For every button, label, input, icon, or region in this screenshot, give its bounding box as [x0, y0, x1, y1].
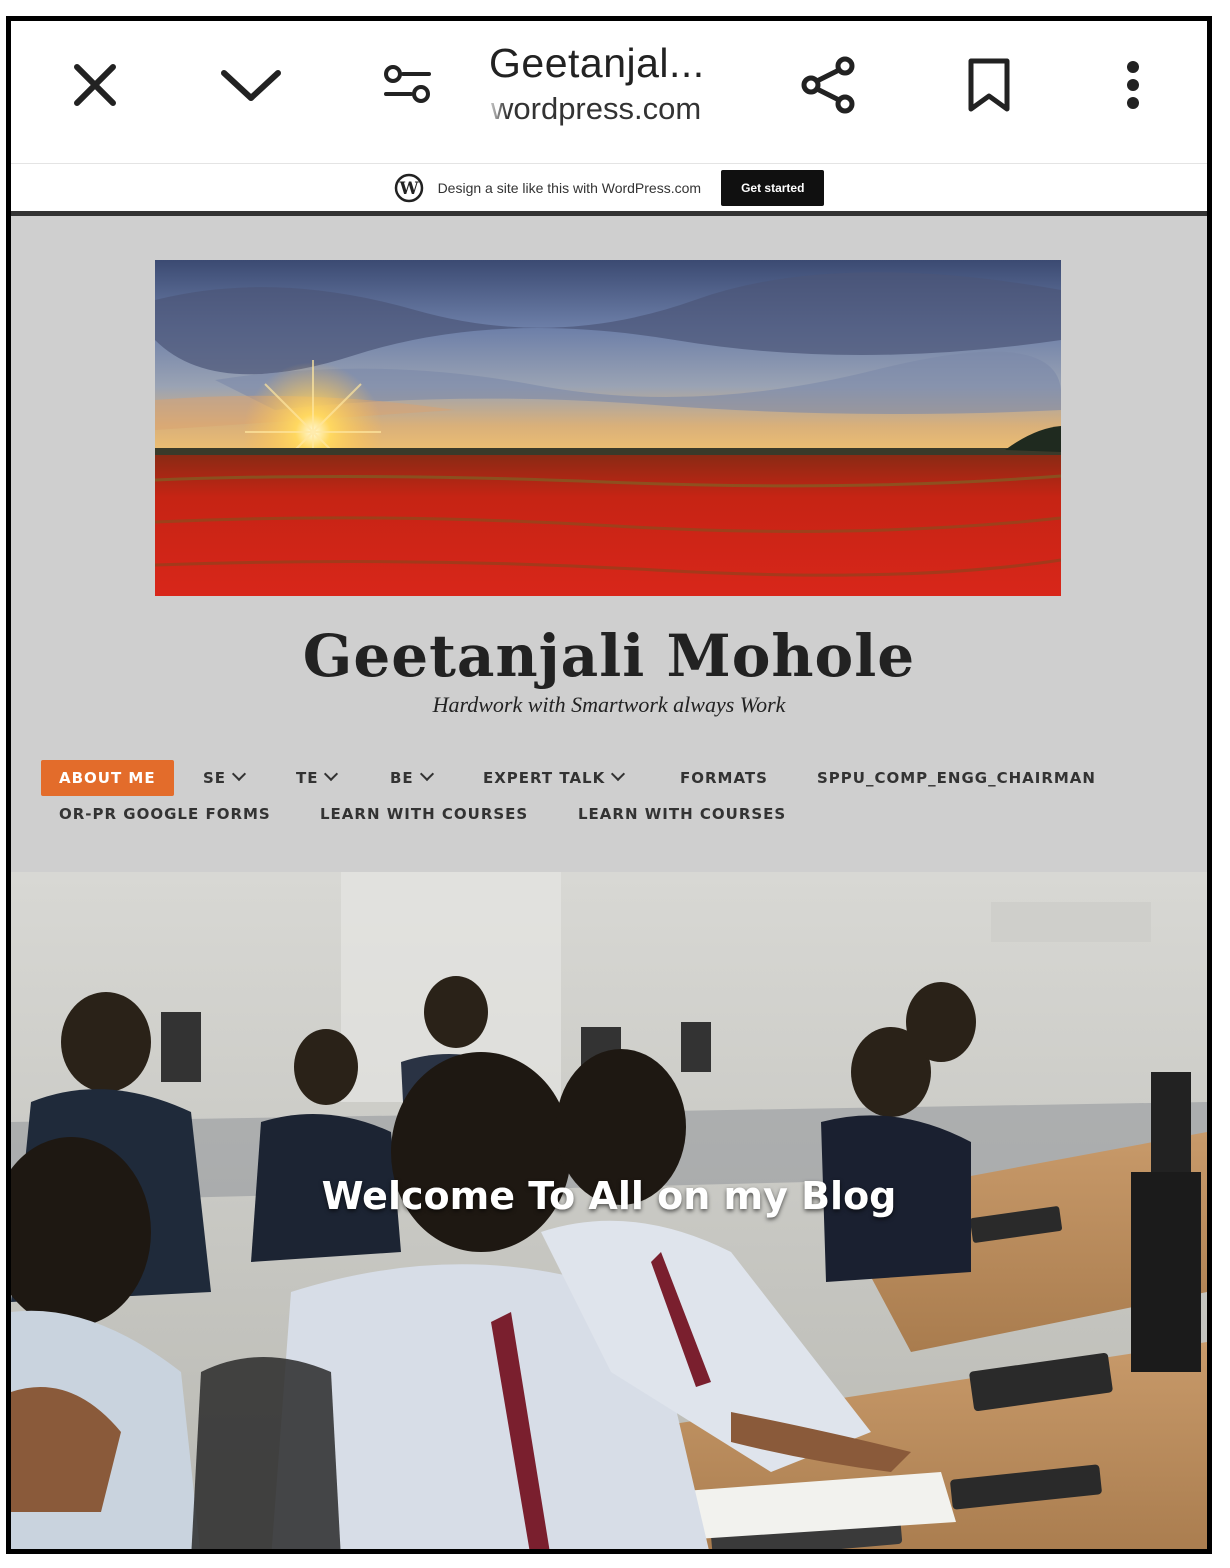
nav-item-expert-talk[interactable]: EXPERT TALK: [483, 760, 626, 796]
site-tagline: Hardwork with Smartwork always Work: [432, 692, 786, 717]
get-started-button[interactable]: Get started: [721, 170, 825, 206]
page-domain: wordpress.com: [491, 91, 702, 126]
chevron-down-icon: [231, 766, 247, 782]
nav-item-label: BE: [390, 769, 414, 787]
hero-heading: Welcome To All on my Blog: [321, 1174, 897, 1218]
nav-item-se[interactable]: SE: [203, 760, 247, 796]
nav-item-label: OR-PR GOOGLE FORMS: [59, 805, 271, 823]
phone-screen: Geetanjal... wordpress.com W Design a si…: [6, 16, 1212, 1554]
page-title-block[interactable]: Geetanjal... wordpress.com: [489, 39, 789, 129]
bookmark-icon[interactable]: [953, 49, 1025, 121]
nav-item-label: LEARN WITH COURSES: [578, 805, 787, 823]
browser-toolbar: Geetanjal... wordpress.com: [11, 21, 1207, 163]
nav-item-label: FORMATS: [680, 769, 768, 787]
wordpress-promo-bar: W Design a site like this with WordPress…: [11, 163, 1207, 212]
site-header: Geetanjali Mohole Hardwork with Smartwor…: [11, 216, 1207, 872]
chevron-down-icon[interactable]: [215, 49, 287, 121]
nav-item-label: SE: [203, 769, 227, 787]
wordpress-logo-icon: W: [394, 173, 423, 203]
hero-section: Welcome To All on my Blog: [11, 872, 1207, 1549]
nav-item-label: SPPU_COMP_ENGG_CHAIRMAN: [817, 769, 1096, 787]
chevron-down-icon: [324, 766, 339, 782]
nav-item-formats[interactable]: FORMATS: [680, 760, 768, 796]
nav-item-or-pr-google-forms[interactable]: OR-PR GOOGLE FORMS: [59, 796, 271, 832]
nav-item-learn-with-courses-2[interactable]: LEARN WITH COURSES: [578, 796, 786, 832]
chevron-down-icon: [611, 766, 626, 782]
close-icon[interactable]: [59, 49, 131, 121]
nav-item-label: LEARN WITH COURSES: [320, 805, 529, 823]
share-icon[interactable]: [793, 49, 865, 121]
site-title[interactable]: Geetanjali Mohole: [11, 622, 1207, 690]
tune-icon[interactable]: [372, 49, 444, 121]
chevron-down-icon: [419, 766, 434, 782]
nav-item-label: ABOUT ME: [59, 769, 156, 787]
page-title: Geetanjal...: [489, 40, 705, 86]
nav-item-label: EXPERT TALK: [483, 769, 606, 787]
promo-text: Design a site like this with WordPress.c…: [437, 180, 702, 196]
nav-item-te[interactable]: TE: [296, 760, 339, 796]
svg-text:W: W: [398, 179, 419, 199]
nav-item-learn-with-courses[interactable]: LEARN WITH COURSES: [320, 796, 528, 832]
nav-item-sppu-comp-engg-chairman[interactable]: SPPU_COMP_ENGG_CHAIRMAN: [817, 760, 1096, 796]
more-vert-icon[interactable]: [1097, 49, 1169, 121]
header-banner-image: [155, 260, 1061, 596]
nav-item-be[interactable]: BE: [390, 760, 434, 796]
nav-item-label: TE: [296, 769, 319, 787]
nav-item-about-me[interactable]: ABOUT ME: [41, 760, 174, 796]
